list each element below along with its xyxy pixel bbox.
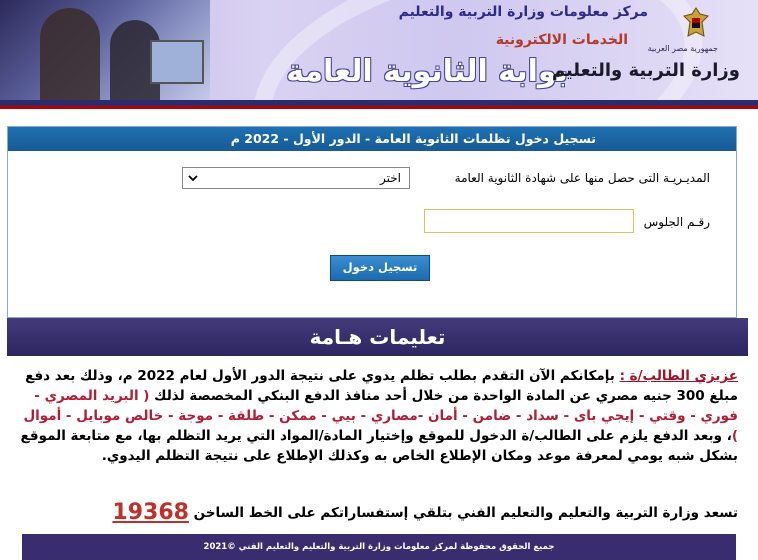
- directorate-select[interactable]: اختر: [182, 167, 410, 189]
- login-panel: تسجيل دخول تظلمات الثانوية العامة - الدو…: [7, 126, 737, 318]
- ministry-logo-text: وزارة التربية والتعليم: [551, 60, 740, 81]
- republic-label: جمهورية مصر العربية: [647, 44, 718, 53]
- login-button[interactable]: تسجيل دخول: [330, 255, 430, 281]
- egypt-eagle-emblem-icon: [683, 7, 709, 37]
- notes-title: تعليمات هـامة: [7, 318, 748, 356]
- instructions-text: عزيزي الطالب/ة : بإمكانكم الآن التقدم بط…: [18, 366, 738, 466]
- divider: [0, 106, 758, 109]
- seat-number-label: رقـم الجلوس: [643, 215, 710, 229]
- directorate-row: المديـريـة التى حصل منها على شهادة الثان…: [8, 167, 736, 193]
- footer: جميع الحقوق محفوظة لمركز معلومات وزارة ا…: [22, 534, 736, 560]
- dear-student: عزيزي الطالب/ة :: [619, 368, 738, 384]
- notes-body: عزيزي الطالب/ة : بإمكانكم الآن التقدم بط…: [7, 356, 748, 532]
- computer-monitor: [150, 40, 204, 84]
- seat-number-input[interactable]: [424, 209, 634, 233]
- hotline-number: 19368: [112, 500, 189, 525]
- header-banner: مركز معلومات وزارة التربية والتعليم الخد…: [0, 0, 758, 100]
- portal-title: بوابة الثانوية العامة: [286, 54, 568, 89]
- students-photo: [0, 0, 210, 100]
- directorate-label: المديـريـة التى حصل منها على شهادة الثان…: [454, 171, 710, 185]
- hotline-text: تسعد وزارة التربية والتعليم والتعليم الف…: [193, 505, 738, 521]
- chevron-down-icon: [188, 175, 198, 182]
- login-title: تسجيل دخول تظلمات الثانوية العامة - الدو…: [8, 127, 736, 151]
- student-figure: [40, 8, 100, 100]
- e-services-title: الخدمات الالكترونية: [495, 32, 628, 48]
- hotline-line: تسعد وزارة التربية والتعليم والتعليم الف…: [112, 500, 738, 525]
- center-name: مركز معلومات وزارة التربية والتعليم: [398, 4, 648, 20]
- instructions-part2: ، وبعد الدفع يلزم على الطالب/ة الدخول لل…: [20, 428, 738, 464]
- directorate-selected-value: اختر: [380, 171, 401, 185]
